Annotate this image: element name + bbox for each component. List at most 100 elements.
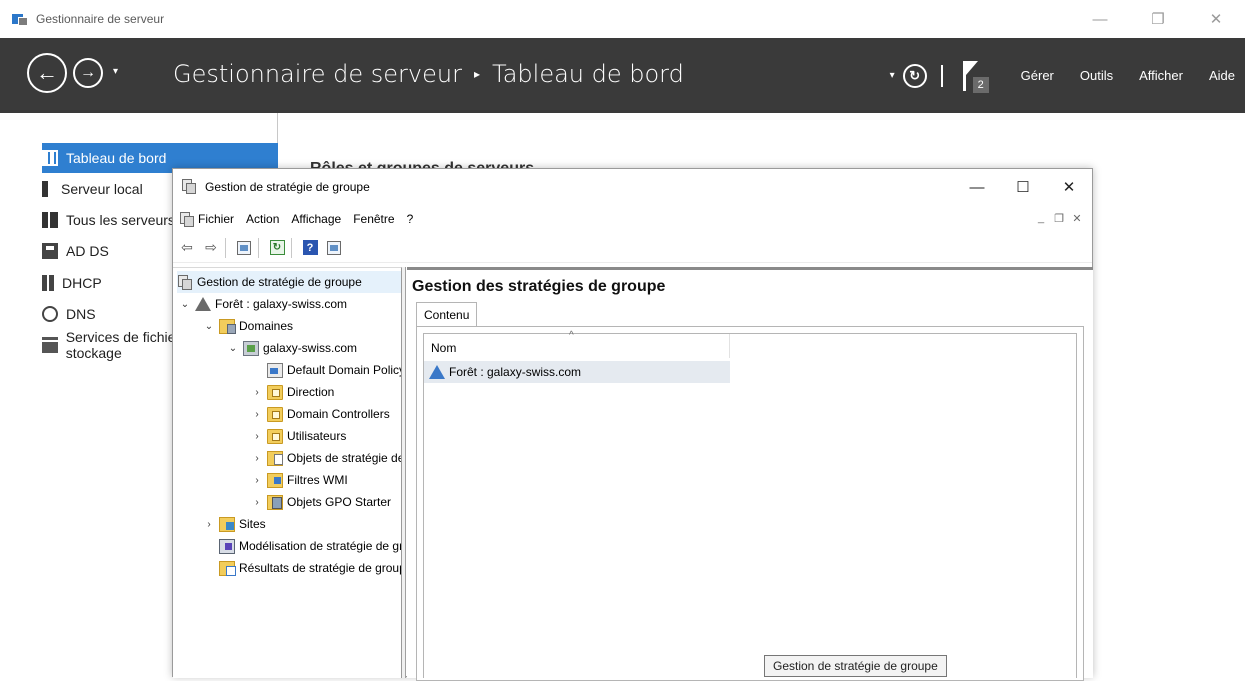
tree-node-gp-results[interactable]: Résultats de stratégie de groupe [219, 557, 401, 579]
breadcrumb-current: Tableau de bord [492, 60, 684, 88]
list-item[interactable]: Forêt : galaxy-swiss.com [424, 361, 730, 383]
expand-chevron-icon[interactable]: › [203, 519, 215, 530]
menu-help[interactable]: Aide [1209, 68, 1235, 83]
tree-node-domains[interactable]: ⌄ Domaines [203, 315, 293, 337]
modeling-icon [219, 538, 235, 554]
toolbar-refresh-button[interactable]: ↻ [267, 238, 287, 258]
menu-view[interactable]: Afficher [1139, 68, 1183, 83]
restore-button[interactable]: ❐ [1129, 0, 1187, 38]
forest-icon [429, 365, 445, 379]
tree-node-ou-utilisateurs[interactable]: › Utilisateurs [251, 425, 346, 447]
wmi-filters-icon [267, 472, 283, 488]
list-item-label: Forêt : galaxy-swiss.com [449, 365, 582, 379]
tree-node-gpmc-root[interactable]: Gestion de stratégie de groupe [177, 271, 401, 293]
contents-list: ^ Nom Forêt : galaxy-swiss.com [423, 330, 1077, 678]
menu-help-question[interactable]: ? [407, 212, 414, 226]
expand-chevron-icon[interactable]: ⌄ [227, 343, 239, 354]
mdi-close-button[interactable]: ✕ [1068, 209, 1086, 227]
back-arrow-icon: ← [36, 60, 58, 85]
tree-node-ou-direction[interactable]: › Direction [251, 381, 334, 403]
notifications-flag-icon[interactable]: 2 [961, 59, 989, 93]
menu-action[interactable]: Action [246, 212, 279, 226]
mmc-system-menu-icon[interactable] [179, 211, 194, 227]
minimize-button[interactable]: — [1071, 0, 1129, 38]
refresh-icon: ↻ [909, 67, 921, 83]
toolbar-separator [225, 237, 226, 258]
refresh-icon: ↻ [269, 240, 285, 255]
expand-chevron-icon[interactable]: › [251, 431, 263, 442]
expand-chevron-icon[interactable]: › [251, 497, 263, 508]
close-button[interactable]: ✕ [1187, 0, 1245, 38]
tree-node-ou-domain-controllers[interactable]: › Domain Controllers [251, 403, 390, 425]
results-icon [219, 560, 236, 576]
gpmc-app-icon [181, 179, 197, 195]
pane-splitter[interactable] [402, 267, 406, 678]
window-controls: — ❐ ✕ [1071, 0, 1245, 38]
sidebar-item-label: Serveur local [61, 181, 143, 197]
toolbar-action-pane-button[interactable] [324, 238, 344, 258]
mdi-minimize-button[interactable]: _ [1032, 209, 1050, 227]
dhcp-icon [42, 275, 54, 291]
column-header-nom[interactable]: ^ Nom [424, 330, 730, 358]
sidebar-item-label: DNS [66, 306, 96, 322]
expand-chevron-icon[interactable]: ⌄ [203, 321, 215, 332]
gpmc-window-controls: — ☐ ✕ [954, 169, 1092, 205]
tree-node-label: Gestion de stratégie de groupe [197, 275, 362, 289]
refresh-button[interactable]: ↻ [902, 63, 927, 88]
tree-node-gp-modeling[interactable]: Modélisation de stratégie de groupe [219, 535, 401, 557]
menu-display[interactable]: Affichage [291, 212, 341, 226]
forest-icon [195, 297, 211, 311]
tree-node-default-domain-policy[interactable]: Default Domain Policy [251, 359, 401, 381]
expand-chevron-icon[interactable]: › [251, 475, 263, 486]
gpo-objects-icon [267, 450, 283, 466]
gpo-link-icon [267, 362, 283, 378]
expand-chevron-icon[interactable]: ⌄ [179, 299, 191, 310]
all-servers-icon [42, 212, 58, 228]
starter-gpo-icon [267, 494, 283, 510]
menu-manage[interactable]: Gérer [1021, 68, 1054, 83]
tree-node-domain-galaxy-swiss[interactable]: ⌄ galaxy-swiss.com [227, 337, 357, 359]
show-hide-console-tree-icon [237, 240, 251, 255]
tooltip: Gestion de stratégie de groupe [764, 655, 947, 677]
domains-icon [219, 318, 236, 334]
tree-node-label: Filtres WMI [287, 473, 348, 487]
mdi-controls: _ ❐ ✕ [1032, 209, 1086, 227]
toolbar-help-button[interactable]: ? [300, 238, 320, 258]
forward-arrow-icon: → [80, 64, 96, 81]
server-manager-app-icon [12, 12, 28, 26]
menu-tools[interactable]: Outils [1080, 68, 1113, 83]
toolbar-separator [291, 237, 292, 258]
mdi-restore-button[interactable]: ❐ [1050, 209, 1068, 227]
tree-node-wmi-filters[interactable]: › Filtres WMI [251, 469, 348, 491]
menu-window[interactable]: Fenêtre [353, 212, 394, 226]
expand-chevron-icon[interactable]: › [251, 453, 263, 464]
forward-button[interactable]: → [73, 58, 103, 88]
gpmc-maximize-button[interactable]: ☐ [1000, 169, 1046, 205]
tab-panel: ^ Nom Forêt : galaxy-swiss.com [416, 326, 1084, 681]
tree-node-label: Direction [287, 385, 335, 399]
sidebar-item-label: Tableau de bord [66, 150, 167, 166]
toolbar-show-tree-button[interactable] [234, 238, 254, 258]
tree-node-forest[interactable]: ⌄ Forêt : galaxy-swiss.com [179, 293, 347, 315]
refresh-dropdown-icon[interactable]: ▾ [890, 70, 895, 81]
gpmc-close-button[interactable]: ✕ [1046, 169, 1092, 205]
ad-ds-icon [42, 243, 58, 259]
expand-chevron-icon[interactable]: › [251, 409, 263, 420]
tab-contenu[interactable]: Contenu [416, 302, 478, 326]
menu-file[interactable]: Fichier [198, 212, 234, 226]
history-dropdown-icon[interactable]: ▾ [113, 66, 118, 77]
tree-node-gpo-objects[interactable]: › Objets de stratégie de groupe [251, 447, 401, 469]
breadcrumb: Gestionnaire de serveur ▸ Tableau de bor… [173, 60, 684, 88]
tree-node-sites[interactable]: › Sites [203, 513, 266, 535]
breadcrumb-root[interactable]: Gestionnaire de serveur [173, 60, 462, 88]
tree-node-starter-gpos[interactable]: › Objets GPO Starter [251, 491, 391, 513]
file-services-icon [42, 337, 58, 353]
back-arrow-icon: ⇦ [181, 239, 193, 255]
back-button[interactable]: ← [27, 53, 67, 93]
toolbar-forward-button[interactable]: ⇨ [201, 238, 221, 258]
domain-icon [243, 340, 259, 356]
expand-chevron-icon[interactable]: › [251, 387, 263, 398]
toolbar-back-button[interactable]: ⇦ [177, 238, 197, 258]
sites-icon [219, 516, 235, 532]
gpmc-minimize-button[interactable]: — [954, 169, 1000, 205]
